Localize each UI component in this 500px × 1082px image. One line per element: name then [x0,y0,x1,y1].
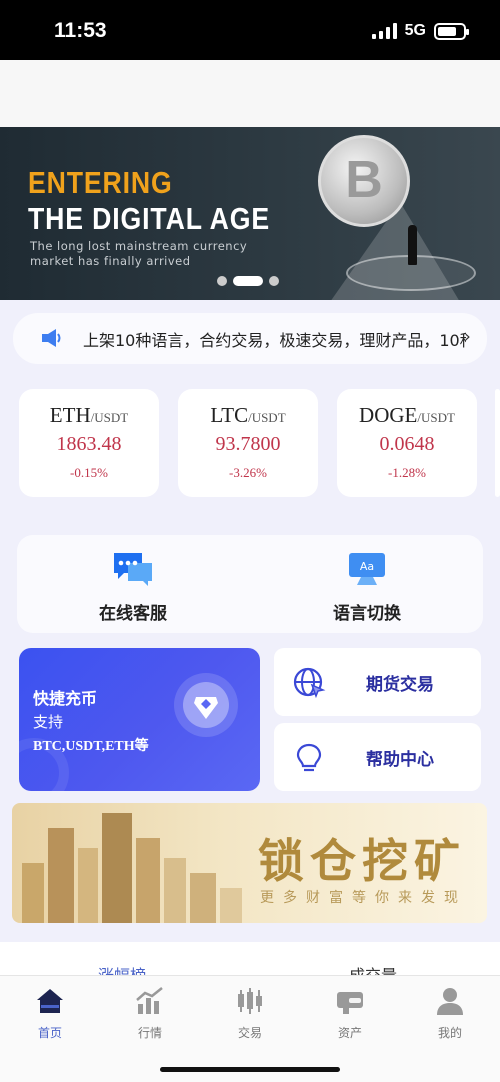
announcement-bar[interactable]: 上架10种语言，合约交易，极速交易，理财产品，10种 › [13,313,487,364]
wallet-icon [337,992,363,1014]
ticker-price: 1863.48 [56,433,122,455]
carousel-dot[interactable] [217,276,227,286]
nav-trade[interactable]: 交易 [210,986,290,1041]
ticker-base: DOGE [359,403,418,427]
home-icon [37,989,63,1013]
ticker-card-doge[interactable]: DOGE/USDT 0.0648 -1.28% [337,389,477,497]
language-badge-text: Aa [360,560,374,573]
home-indicator[interactable] [160,1067,340,1072]
coin-symbol: B [345,151,383,209]
candlestick-icon [238,988,262,1014]
ticker-price: 0.0648 [379,433,435,455]
ticker-quote: /USDT [417,410,455,425]
lightbulb-icon [296,743,322,772]
globe-cursor-icon [293,667,326,699]
nav-profile[interactable]: 我的 [410,986,490,1041]
ticker-card-ltc[interactable]: LTC/USDT 93.7800 -3.26% [178,389,318,497]
header-area [0,60,500,127]
nav-home-label: 首页 [37,1026,62,1040]
gem-icon [183,682,229,728]
ticker-change: -0.15% [70,465,108,480]
announcement-text: 上架10种语言，合约交易，极速交易，理财产品，10种 [83,331,466,350]
quick-deposit-card[interactable]: 快捷充币 支持 BTC,USDT,ETH等 [19,648,260,791]
bitcoin-coin-icon: B [318,135,410,227]
deposit-title: 快捷充币 [33,689,98,708]
nav-assets-label: 资产 [337,1026,362,1040]
status-indicators: 5G [371,22,469,40]
lock-mining-banner[interactable]: 锁仓挖矿 更多财富等你来发现 [12,803,487,923]
online-support-button[interactable]: 在线客服 [53,551,213,624]
nav-trade-label: 交易 [237,1026,262,1040]
status-bar: 11:53 5G [0,0,500,60]
ticker-card-eth[interactable]: ETH/USDT 1863.48 -0.15% [19,389,159,497]
banner-subtitle: The long lost mainstream currency market… [30,239,248,268]
mining-subtitle: 更多财富等你来发现 [260,890,467,906]
status-time: 11:53 [54,19,107,42]
banner-headline-2: THE DIGITAL AGE [28,201,270,236]
ticker-card-partial[interactable] [495,389,500,497]
person-silhouette [408,225,417,265]
language-switch-button[interactable]: Aa 语言切换 [287,551,447,624]
city-skyline-illustration [22,813,242,923]
ticker-base: ETH [49,403,91,427]
promo-banner[interactable]: ENTERING THE DIGITAL AGE The long lost m… [0,127,500,300]
carousel-dot-active[interactable] [233,276,263,286]
carousel-dot[interactable] [269,276,279,286]
bottom-navigation: 首页 行情 交易 资产 我的 [0,975,500,1082]
futures-trading-button[interactable]: 期货交易 [274,648,481,716]
language-monitor-icon: Aa [349,553,385,585]
futures-label: 期货交易 [366,675,434,695]
banner-headline-1: ENTERING [28,165,173,200]
ticker-quote: /USDT [248,410,286,425]
mining-title: 锁仓挖矿 [258,834,466,888]
nav-market-label: 行情 [137,1026,162,1040]
ticker-change: -3.26% [229,465,267,480]
network-type: 5G [404,22,426,39]
speaker-icon [42,329,61,347]
deposit-support-label: 支持 [33,713,64,731]
gem-badge [174,673,238,737]
help-center-button[interactable]: 帮助中心 [274,723,481,791]
chevron-right-icon[interactable]: › [464,327,471,347]
support-label: 在线客服 [99,604,167,624]
language-label: 语言切换 [333,604,401,624]
chat-bubble-icon [114,553,152,586]
ticker-price: 93.7800 [215,433,281,455]
ticker-base: LTC [210,403,249,427]
signal-icon [371,23,397,39]
ticker-change: -1.28% [388,465,426,480]
nav-assets[interactable]: 资产 [310,986,390,1041]
carousel-dots[interactable] [217,276,279,286]
nav-market[interactable]: 行情 [110,986,190,1041]
nav-home[interactable]: 首页 [10,986,90,1041]
nav-profile-label: 我的 [437,1026,462,1040]
deposit-coins: BTC,USDT,ETH等 [33,739,149,754]
market-chart-icon [136,987,163,1014]
help-label: 帮助中心 [366,750,434,770]
ticker-quote: /USDT [90,410,129,425]
battery-icon [434,22,469,40]
service-card: 在线客服 Aa 语言切换 [17,535,483,633]
user-icon [437,988,463,1015]
